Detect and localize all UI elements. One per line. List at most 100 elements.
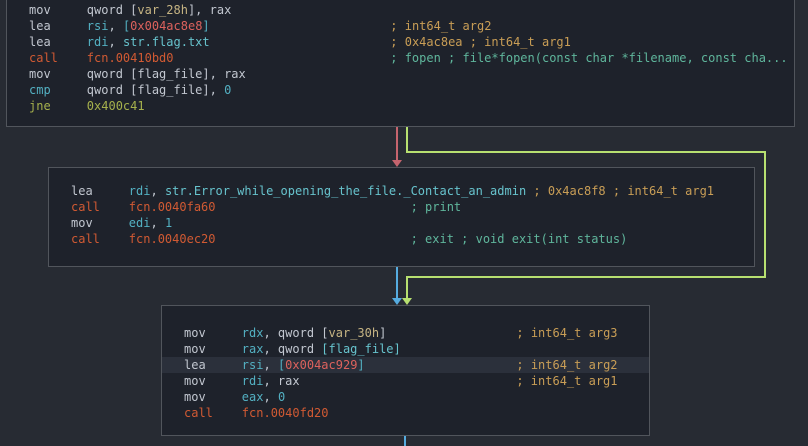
asm-token: str.flag.txt	[122, 35, 210, 49]
asm-line[interactable]: mov rax, qword [flag_file]	[162, 341, 649, 357]
asm-token: call fcn.0040fd20	[184, 406, 329, 420]
asm-line[interactable]: lea rdi, str.flag.txt ; 0x4ac8ea ; int64…	[7, 34, 794, 50]
asm-line[interactable]: mov eax, 0	[162, 389, 649, 405]
edge-true-branch	[406, 127, 408, 153]
asm-token: lea	[184, 358, 242, 372]
asm-token: , qword	[263, 342, 322, 356]
asm-token: rsi	[241, 358, 264, 372]
asm-token: call fcn.0040ec20	[71, 232, 216, 246]
asm-token: ; 0x4ac8ea ; int64_t arg1	[390, 35, 571, 49]
edge-true-branch	[406, 151, 766, 153]
asm-line[interactable]: jne 0x400c41	[7, 98, 794, 114]
asm-line[interactable]: mov qword [var_28h], rax	[7, 2, 794, 18]
asm-token: mov	[71, 216, 129, 230]
basic-block-entry[interactable]: mov qword [var_28h], rax lea rsi, [0x004a…	[6, 0, 795, 127]
asm-token: mov qword [	[29, 3, 138, 17]
asm-token: mov	[184, 342, 242, 356]
edge-true-branch	[406, 276, 408, 299]
asm-line[interactable]: mov rdi, rax ; int64_t arg1	[162, 373, 649, 389]
basic-block-code: lea rdi, str.Error_while_opening_the_fil…	[49, 168, 754, 247]
asm-token: ; 0x4ac8f8 ; int64_t arg1	[533, 184, 715, 198]
asm-token	[174, 51, 391, 65]
asm-token: edi	[128, 216, 151, 230]
asm-token: ; int64_t arg3	[516, 326, 618, 340]
edge-false-branch	[396, 127, 398, 162]
asm-token: ]	[202, 19, 210, 33]
asm-token: ; int64_t arg2	[516, 358, 618, 372]
asm-token: 0	[224, 83, 232, 97]
asm-token	[210, 19, 391, 33]
asm-line[interactable]: cmp qword [flag_file], 0	[7, 82, 794, 98]
arrowhead-unconditional	[392, 298, 402, 305]
asm-token: mov	[184, 374, 242, 388]
asm-line-selected[interactable]: lea rsi, [0x004ac929] ; int64_t arg2	[162, 357, 649, 373]
asm-token	[216, 200, 411, 214]
asm-token: [flag_file]	[321, 342, 401, 356]
asm-token: 0x004ac8e8	[130, 19, 203, 33]
asm-token: ,	[150, 216, 165, 230]
asm-line[interactable]: mov rdx, qword [var_30h] ; int64_t arg3	[162, 325, 649, 341]
asm-token: call fcn.0040fa60	[71, 200, 216, 214]
arrowhead-true-branch	[402, 298, 412, 305]
asm-line[interactable]: mov edi, 1	[49, 215, 754, 231]
asm-token: rsi	[86, 19, 109, 33]
asm-line[interactable]: call fcn.0040fd20	[162, 405, 649, 421]
basic-block-error[interactable]: lea rdi, str.Error_while_opening_the_fil…	[48, 167, 755, 267]
asm-token: 1	[164, 216, 173, 230]
asm-token: qword [flag_file],	[50, 83, 225, 97]
asm-token: ,	[150, 184, 165, 198]
asm-token: mov qword [flag_file], rax	[29, 67, 246, 81]
asm-token: rdx	[241, 326, 264, 340]
asm-token	[300, 374, 517, 388]
asm-token: ; exit ; void exit(int status)	[410, 232, 628, 246]
asm-token: cmp	[29, 83, 51, 97]
asm-token: call fcn.00410bd0	[29, 51, 174, 65]
asm-line[interactable]: mov qword [flag_file], rax	[7, 66, 794, 82]
asm-token: mov	[184, 390, 242, 404]
asm-token: rax	[241, 342, 264, 356]
asm-token: , qword [	[263, 326, 329, 340]
basic-block-print-flag[interactable]: mov rdx, qword [var_30h] ; int64_t arg3 m…	[161, 305, 650, 436]
asm-line[interactable]: call fcn.0040fa60 ; print	[49, 199, 754, 215]
basic-block-code: mov qword [var_28h], rax lea rsi, [0x004a…	[7, 0, 794, 114]
asm-token	[365, 358, 517, 372]
asm-token: rdi	[241, 374, 264, 388]
asm-token: jne 0x400c41	[29, 99, 145, 113]
asm-token: var_30h	[328, 326, 380, 340]
disassembly-graph-view: mov qword [var_28h], rax lea rsi, [0x004a…	[0, 0, 808, 446]
asm-token: , rax	[263, 374, 300, 388]
asm-token: ; int64_t arg1	[516, 374, 618, 388]
asm-token: ; fopen ; file*fopen(const char *filenam…	[390, 51, 788, 65]
asm-token: lea	[29, 19, 87, 33]
asm-token: ,	[108, 35, 123, 49]
asm-token: ,	[263, 358, 278, 372]
asm-token: ,	[263, 390, 278, 404]
asm-line[interactable]: lea rsi, [0x004ac8e8] ; int64_t arg2	[7, 18, 794, 34]
asm-token	[216, 232, 411, 246]
asm-token	[386, 326, 516, 340]
asm-token: str.Error_while_opening_the_file._Contac…	[164, 184, 527, 198]
edge-true-branch	[406, 276, 766, 278]
edge-block-exit	[404, 436, 406, 446]
asm-token: ,	[108, 19, 123, 33]
asm-token: rdi	[86, 35, 109, 49]
asm-token: ; print	[410, 200, 462, 214]
asm-token: ]	[357, 358, 365, 372]
asm-line[interactable]: call fcn.0040ec20 ; exit ; void exit(int…	[49, 231, 754, 247]
asm-token: var_28h	[137, 3, 188, 17]
asm-line[interactable]: call fcn.00410bd0 ; fopen ; file*fopen(c…	[7, 50, 794, 66]
asm-token: mov	[184, 326, 242, 340]
asm-line[interactable]: lea rdi, str.Error_while_opening_the_fil…	[49, 183, 754, 199]
basic-block-code: mov rdx, qword [var_30h] ; int64_t arg3 m…	[162, 306, 649, 421]
asm-token: ; int64_t arg2	[390, 19, 492, 33]
asm-token: rdi	[128, 184, 151, 198]
edge-unconditional	[396, 267, 398, 299]
edge-true-branch	[764, 151, 766, 278]
arrowhead-false-branch	[392, 160, 402, 167]
asm-token: 0	[277, 390, 286, 404]
asm-token: eax	[241, 390, 264, 404]
asm-token: lea	[29, 35, 87, 49]
asm-token: ], rax	[187, 3, 232, 17]
asm-token: 0x004ac929	[285, 358, 358, 372]
asm-token: lea	[71, 184, 129, 198]
